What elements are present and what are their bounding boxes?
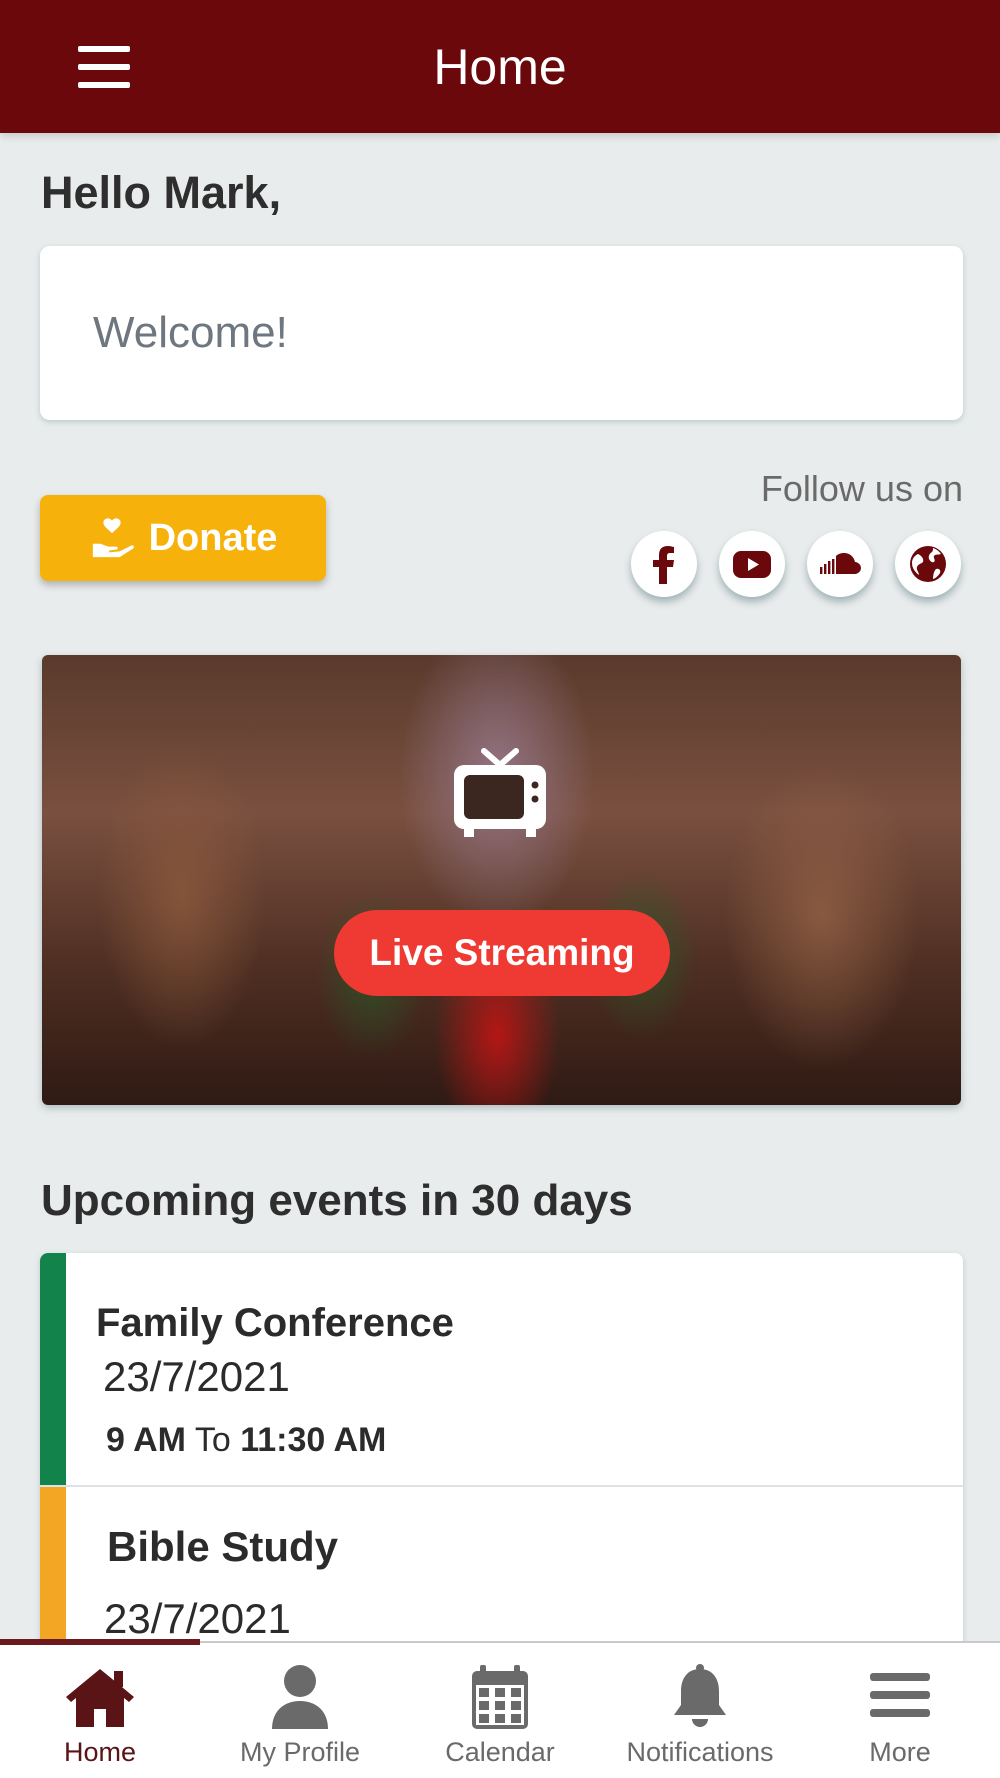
soundcloud-icon xyxy=(820,553,861,574)
events-list: Family Conference 23/7/2021 9 AM To 11:3… xyxy=(40,1253,963,1643)
event-time: 9 AM To 11:30 AM xyxy=(106,1421,386,1460)
greeting-text: Hello Mark, xyxy=(41,167,282,218)
nav-label: Calendar xyxy=(445,1737,555,1767)
event-color-bar xyxy=(40,1487,66,1643)
event-name: Bible Study xyxy=(107,1523,339,1570)
home-content[interactable]: Hello Mark, Welcome! Donate Follow us on xyxy=(0,133,1000,1643)
home-icon xyxy=(66,1669,134,1727)
welcome-card: Welcome! xyxy=(40,246,963,420)
event-name: Family Conference xyxy=(96,1301,454,1345)
calendar-icon xyxy=(472,1665,528,1729)
live-stream-banner[interactable]: Live Streaming xyxy=(42,655,961,1105)
nav-item-home[interactable]: Home xyxy=(0,1643,200,1778)
more-icon xyxy=(870,1673,930,1717)
bell-icon xyxy=(674,1664,726,1727)
nav-label: Home xyxy=(63,1737,137,1767)
event-date: 23/7/2021 xyxy=(103,1353,290,1400)
website-link[interactable] xyxy=(895,531,961,597)
event-date: 23/7/2021 xyxy=(104,1595,291,1642)
tv-icon xyxy=(454,748,546,837)
page-title: Home xyxy=(433,38,567,95)
soundcloud-link[interactable] xyxy=(807,531,873,597)
nav-label: More xyxy=(869,1737,931,1767)
events-section-title: Upcoming events in 30 days xyxy=(41,1176,633,1225)
nav-item-calendar[interactable]: Calendar xyxy=(400,1643,600,1778)
event-card[interactable]: Family Conference 23/7/2021 9 AM To 11:3… xyxy=(40,1253,963,1487)
donate-button[interactable]: Donate xyxy=(40,495,326,581)
youtube-icon xyxy=(733,551,771,578)
live-streaming-button[interactable]: Live Streaming xyxy=(334,910,670,996)
youtube-link[interactable] xyxy=(719,531,785,597)
event-time-separator: To xyxy=(194,1421,231,1459)
user-icon xyxy=(272,1665,328,1729)
event-card[interactable]: Bible Study 23/7/2021 xyxy=(40,1487,963,1643)
bottom-navigation: Home My Profile Calendar Notifications M… xyxy=(0,1639,1000,1778)
app-header: Home xyxy=(0,0,1000,133)
globe-icon xyxy=(910,546,946,582)
nav-item-notifications[interactable]: Notifications xyxy=(600,1643,800,1778)
hand-heart-icon xyxy=(92,518,134,558)
hamburger-menu-icon[interactable] xyxy=(66,36,140,98)
nav-item-more[interactable]: More xyxy=(800,1643,1000,1778)
event-color-bar xyxy=(40,1253,66,1485)
nav-label: Notifications xyxy=(626,1737,774,1767)
nav-item-my-profile[interactable]: My Profile xyxy=(200,1643,400,1778)
follow-us-label: Follow us on xyxy=(760,468,963,509)
event-end-time: 11:30 AM xyxy=(240,1421,387,1459)
facebook-link[interactable] xyxy=(631,531,697,597)
event-start-time: 9 AM xyxy=(106,1421,186,1459)
nav-label: My Profile xyxy=(239,1737,361,1767)
facebook-icon xyxy=(653,546,674,584)
donate-label: Donate xyxy=(148,516,278,559)
active-tab-indicator xyxy=(0,1639,200,1645)
